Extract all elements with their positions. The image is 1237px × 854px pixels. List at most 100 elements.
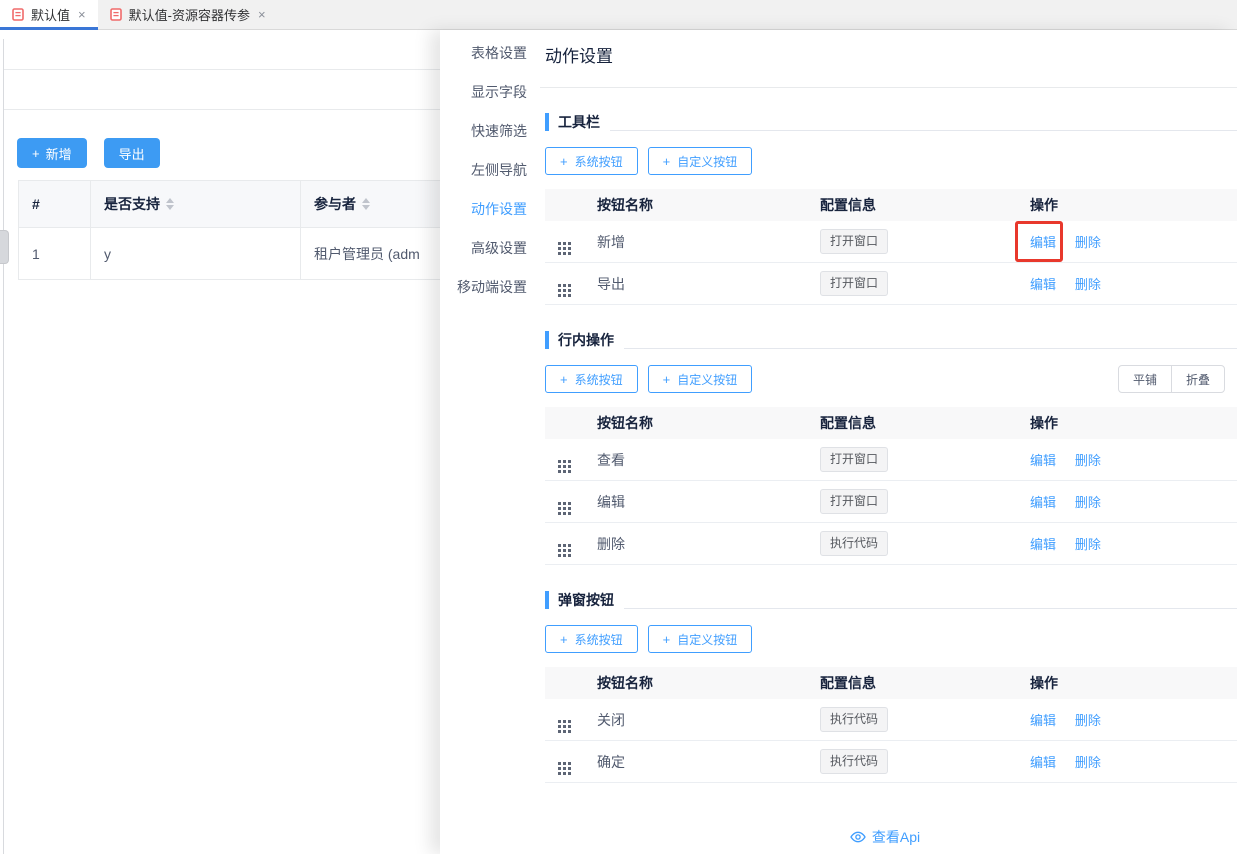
add-custom-button[interactable]: + 自定义按钮 bbox=[648, 365, 753, 393]
buttons-table-inline: 按钮名称 配置信息 操作 查看 打开窗口 编辑 删除 编辑 打开窗口 编辑 删 bbox=[545, 407, 1237, 565]
divider bbox=[540, 87, 1237, 88]
button-name: 删除 bbox=[593, 534, 816, 554]
nav-item-mobile-settings[interactable]: 移动端设置 bbox=[440, 267, 540, 306]
nav-item-left-nav[interactable]: 左侧导航 bbox=[440, 150, 540, 189]
delete-link[interactable]: 删除 bbox=[1075, 755, 1101, 770]
collapse-handle[interactable] bbox=[0, 230, 9, 264]
tab-label: 默认值-资源容器传参 bbox=[129, 5, 250, 24]
edit-link[interactable]: 编辑 bbox=[1030, 453, 1056, 468]
plus-icon: + bbox=[560, 155, 568, 168]
section-button-row: + 系统按钮 + 自定义按钮 bbox=[545, 147, 1225, 175]
config-tag: 执行代码 bbox=[820, 707, 888, 731]
button-name: 导出 bbox=[593, 274, 816, 294]
plus-icon: + bbox=[663, 373, 671, 386]
column-header-config: 配置信息 bbox=[816, 195, 1026, 215]
table-row: 查看 打开窗口 编辑 删除 bbox=[545, 439, 1237, 481]
collapse-toggle-button[interactable]: 折叠 bbox=[1171, 366, 1224, 392]
section-accent-bar bbox=[545, 591, 549, 609]
table-header-row: 按钮名称 配置信息 操作 bbox=[545, 189, 1237, 221]
export-button[interactable]: 导出 bbox=[104, 138, 160, 168]
delete-link[interactable]: 删除 bbox=[1075, 277, 1101, 292]
nav-item-table-settings[interactable]: 表格设置 bbox=[440, 33, 540, 72]
section-title: 工具栏 bbox=[558, 112, 600, 132]
column-header-name: 按钮名称 bbox=[593, 413, 816, 433]
button-name: 关闭 bbox=[593, 710, 816, 730]
nav-item-quick-filter[interactable]: 快速筛选 bbox=[440, 111, 540, 150]
section-header-dialog-buttons: 弹窗按钮 bbox=[545, 590, 1225, 610]
add-system-button[interactable]: + 系统按钮 bbox=[545, 625, 638, 653]
section-rule bbox=[610, 130, 1237, 131]
table-header-row: 按钮名称 配置信息 操作 bbox=[545, 667, 1237, 699]
config-tag: 执行代码 bbox=[820, 749, 888, 773]
edit-link[interactable]: 编辑 bbox=[1030, 495, 1056, 510]
column-header-support[interactable]: 是否支持 bbox=[91, 181, 301, 228]
column-header-name: 按钮名称 bbox=[593, 673, 816, 693]
column-header-actions: 操作 bbox=[1026, 673, 1237, 693]
edit-link[interactable]: 编辑 bbox=[1030, 235, 1056, 250]
nav-item-action-settings[interactable]: 动作设置 bbox=[440, 189, 540, 228]
table-row: 编辑 打开窗口 编辑 删除 bbox=[545, 481, 1237, 523]
column-header-actions: 操作 bbox=[1026, 413, 1237, 433]
nav-item-advanced-settings[interactable]: 高级设置 bbox=[440, 228, 540, 267]
column-header-config: 配置信息 bbox=[816, 673, 1026, 693]
close-icon[interactable]: × bbox=[78, 8, 86, 21]
layout-toggle: 平铺 折叠 bbox=[1118, 365, 1225, 393]
table-header-row: 按钮名称 配置信息 操作 bbox=[545, 407, 1237, 439]
add-system-button[interactable]: + 系统按钮 bbox=[545, 365, 638, 393]
view-api-label: 查看Api bbox=[872, 827, 920, 847]
button-name: 编辑 bbox=[593, 492, 816, 512]
plus-icon: + bbox=[560, 633, 568, 646]
edit-link[interactable]: 编辑 bbox=[1030, 713, 1056, 728]
view-api-link[interactable]: 查看Api bbox=[545, 827, 1225, 847]
section-button-row: + 系统按钮 + 自定义按钮 bbox=[545, 625, 1225, 653]
section-accent-bar bbox=[545, 113, 549, 131]
close-icon[interactable]: × bbox=[258, 8, 266, 21]
divider bbox=[4, 109, 440, 110]
table-row: 删除 执行代码 编辑 删除 bbox=[545, 523, 1237, 565]
tab-resource-container-params[interactable]: 默认值-资源容器传参 × bbox=[98, 0, 278, 29]
column-header-name: 按钮名称 bbox=[593, 195, 816, 215]
table-row: 确定 执行代码 编辑 删除 bbox=[545, 741, 1237, 783]
delete-link[interactable]: 删除 bbox=[1075, 453, 1101, 468]
table-row: 导出 打开窗口 编辑 删除 bbox=[545, 263, 1237, 305]
add-button[interactable]: + 新增 bbox=[17, 138, 87, 168]
column-header-actions: 操作 bbox=[1026, 195, 1237, 215]
drawer-content: 动作设置 工具栏 + 系统按钮 + 自定义按钮 按钮名称 配置信息 操作 bbox=[540, 30, 1237, 854]
nav-item-display-fields[interactable]: 显示字段 bbox=[440, 72, 540, 111]
list-toolbar: + 新增 导出 bbox=[17, 138, 160, 168]
divider bbox=[4, 69, 440, 70]
edit-link[interactable]: 编辑 bbox=[1030, 755, 1056, 770]
plus-icon: + bbox=[663, 633, 671, 646]
plus-icon: + bbox=[32, 147, 40, 160]
edit-link[interactable]: 编辑 bbox=[1030, 537, 1056, 552]
delete-link[interactable]: 删除 bbox=[1075, 495, 1101, 510]
section-rule bbox=[624, 348, 1237, 349]
sort-icon[interactable] bbox=[166, 198, 174, 210]
button-name: 查看 bbox=[593, 450, 816, 470]
section-rule bbox=[624, 608, 1237, 609]
section-title: 行内操作 bbox=[558, 330, 614, 350]
delete-link[interactable]: 删除 bbox=[1075, 713, 1101, 728]
section-header-toolbar: 工具栏 bbox=[545, 112, 1225, 132]
add-system-button[interactable]: + 系统按钮 bbox=[545, 147, 638, 175]
page-title: 动作设置 bbox=[545, 46, 1225, 68]
sort-icon[interactable] bbox=[362, 198, 370, 210]
document-icon bbox=[12, 8, 24, 21]
section-title: 弹窗按钮 bbox=[558, 590, 614, 610]
tab-bar: 默认值 × 默认值-资源容器传参 × bbox=[0, 0, 1237, 30]
edit-link[interactable]: 编辑 bbox=[1030, 277, 1056, 292]
add-custom-button[interactable]: + 自定义按钮 bbox=[648, 625, 753, 653]
tile-toggle-button[interactable]: 平铺 bbox=[1119, 366, 1171, 392]
table-row: 关闭 执行代码 编辑 删除 bbox=[545, 699, 1237, 741]
button-name: 新增 bbox=[593, 232, 816, 252]
settings-drawer: 表格设置 显示字段 快速筛选 左侧导航 动作设置 高级设置 移动端设置 动作设置… bbox=[440, 30, 1237, 854]
delete-link[interactable]: 删除 bbox=[1075, 235, 1101, 250]
add-custom-button[interactable]: + 自定义按钮 bbox=[648, 147, 753, 175]
tab-default-value[interactable]: 默认值 × bbox=[0, 0, 98, 29]
plus-icon: + bbox=[663, 155, 671, 168]
plus-icon: + bbox=[560, 373, 568, 386]
add-button-label: 新增 bbox=[46, 144, 72, 163]
config-tag: 打开窗口 bbox=[820, 447, 888, 471]
tab-label: 默认值 bbox=[31, 5, 70, 24]
delete-link[interactable]: 删除 bbox=[1075, 537, 1101, 552]
